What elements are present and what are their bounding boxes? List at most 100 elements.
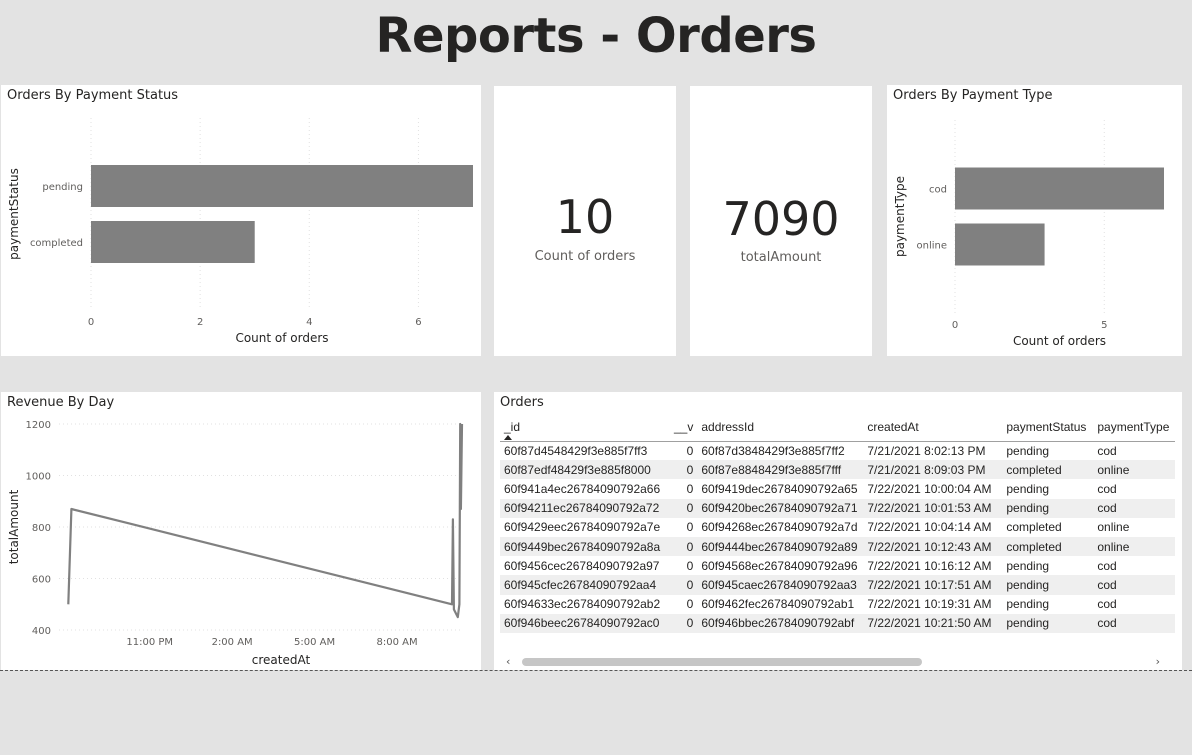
cell-created-at: 7/22/2021 10:16:12 AM	[867, 558, 992, 573]
revenue-x-axis-title: createdAt	[252, 653, 311, 667]
cell-v: 0	[670, 536, 698, 557]
cell-created-at: 7/22/2021 10:04:14 AM	[867, 520, 992, 535]
cell-address-id: 60f94568ec26784090792a96	[701, 558, 858, 573]
cell-address-id: 60f9444bec26784090792a89	[697, 536, 864, 557]
column-header-label: paymentType	[1097, 419, 1170, 434]
table-row[interactable]: 60f9449bec26784090792a8a 0 60f9444bec26784…	[500, 536, 1176, 557]
cell-created-at: 7/22/2021 10:12:43 AM	[863, 536, 1003, 557]
cell-payment-status: pending	[1006, 597, 1050, 612]
revenue-x-tick-label: 11:00 PM	[126, 637, 173, 648]
cell-created-at: 7/22/2021 10:21:50 AM	[863, 613, 1003, 633]
revenue-y-tick-label: 1000	[26, 472, 51, 483]
table-row[interactable]: 60f94633ec26784090792ab2 0 60f9462fec26784…	[500, 595, 1175, 614]
count-card-value: 10	[555, 190, 615, 244]
table-row[interactable]: 60f94211ec26784090792a72 0 60f9420bec26784…	[500, 498, 1176, 518]
cell-address-id: 60f87d3848429f3e885f7ff2	[701, 443, 845, 458]
cell-payment-type: cod	[1093, 613, 1176, 633]
type-category-label: online	[916, 241, 947, 252]
payment-type-chart: 0 5 cod online Count of orders paymentType	[893, 120, 1164, 348]
type-bar-online	[955, 223, 1045, 266]
cell-id: 60f87edf48429f3e885f8000	[500, 460, 670, 480]
table-row[interactable]: 60f87d4548429f3e885f7ff3 0 60f87d3848429f3…	[500, 441, 1175, 460]
table-row[interactable]: 60f9429eec26784090792a7e 0 60f94268ec26784…	[500, 518, 1175, 537]
type-y-axis-title: paymentType	[893, 176, 907, 257]
cell-payment-type: cod	[1097, 481, 1117, 496]
cell-v: 0	[686, 481, 694, 496]
cell-created-at: 7/22/2021 10:01:53 AM	[863, 498, 1003, 518]
revenue-y-tick-label: 600	[32, 575, 51, 586]
status-bar-pending	[91, 165, 473, 207]
cell-id: 60f94633ec26784090792ab2	[504, 597, 661, 612]
sort-ascending-icon	[504, 434, 512, 440]
column-header-v[interactable]: __v	[670, 413, 698, 442]
table-row[interactable]: 60f941a4ec26784090792a66 0 60f9419dec26784…	[500, 479, 1175, 498]
column-header-payment-type[interactable]: paymentType	[1093, 413, 1176, 442]
status-y-axis-title: paymentStatus	[7, 168, 21, 260]
table-row[interactable]: 60f87edf48429f3e885f8000 0 60f87e8848429f3…	[500, 460, 1176, 480]
column-header-address-id[interactable]: addressId	[697, 413, 864, 442]
payment-status-panel[interactable]: Orders By Payment Status 0 2 4 6 pending comp…	[1, 85, 481, 356]
table-header-row: _id __v addressId createdAt paymentStatu…	[500, 413, 1176, 442]
type-x-tick-label: 0	[952, 320, 958, 331]
cell-address-id: 60f9419dec26784090792a65	[701, 481, 858, 496]
total-amount-card[interactable]: 7090 totalAmount	[690, 86, 872, 356]
cell-created-at: 7/21/2021 8:02:13 PM	[867, 443, 986, 458]
cell-created-at: 7/22/2021 10:00:04 AM	[867, 481, 992, 496]
type-x-axis-title: Count of orders	[1013, 334, 1106, 348]
cell-address-id: 60f9462fec26784090792ab1	[701, 597, 855, 612]
report-canvas: Reports - Orders Orders By Payment Statu…	[0, 0, 1192, 755]
cell-address-id: 60f9420bec26784090792a71	[697, 498, 864, 518]
cell-id: 60f94211ec26784090792a72	[500, 498, 670, 518]
type-x-tick-label: 5	[1101, 320, 1107, 331]
cell-id: 60f9429eec26784090792a7e	[504, 520, 661, 535]
status-category-label: completed	[30, 238, 83, 249]
table-row[interactable]: 60f9456cec26784090792a97 0 60f94568ec26784…	[500, 556, 1175, 575]
cell-payment-status: completed	[1006, 520, 1062, 535]
scroll-right-icon[interactable]: ›	[1156, 655, 1160, 668]
orders-table: _id __v addressId createdAt paymentStatu…	[500, 413, 1176, 633]
payment-type-panel[interactable]: Orders By Payment Type 0 5 cod online Count …	[887, 85, 1182, 356]
column-header-payment-status[interactable]: paymentStatus	[1002, 413, 1094, 442]
status-x-axis-title: Count of orders	[235, 331, 328, 345]
column-header-label: paymentStatus	[1006, 419, 1087, 434]
count-card-label: Count of orders	[534, 249, 636, 264]
cell-created-at: 7/21/2021 8:09:03 PM	[863, 460, 1003, 480]
revenue-panel[interactable]: Revenue By Day 400 600 800 1000 1200 11:00 PM…	[1, 392, 481, 670]
cell-address-id: 60f87e8848429f3e885f7fff	[697, 460, 864, 480]
cell-payment-type: online	[1093, 460, 1176, 480]
revenue-x-tick-label: 2:00 AM	[212, 637, 253, 648]
page-divider	[0, 670, 1192, 671]
cell-payment-status: completed	[1002, 536, 1094, 557]
cell-id: 60f946beec26784090792ac0	[500, 613, 670, 633]
column-header-label: addressId	[701, 419, 755, 434]
cell-payment-status: pending	[1006, 443, 1050, 458]
cell-address-id: 60f945caec26784090792aa3	[697, 575, 864, 595]
column-header-created-at[interactable]: createdAt	[863, 413, 1003, 442]
cell-created-at: 7/22/2021 10:19:31 AM	[867, 597, 992, 612]
cell-v: 0	[670, 460, 698, 480]
cell-payment-status: pending	[1002, 498, 1094, 518]
cell-payment-status: pending	[1006, 481, 1050, 496]
status-x-tick-label: 6	[415, 317, 421, 328]
cell-id: 60f9456cec26784090792a97	[504, 558, 660, 573]
type-bar-cod	[955, 167, 1164, 210]
cell-payment-type: cod	[1093, 498, 1176, 518]
horizontal-scrollbar[interactable]: ‹ ›	[498, 655, 1174, 669]
revenue-y-axis-title: totalAmount	[7, 489, 21, 564]
cell-created-at: 7/22/2021 10:17:51 AM	[863, 575, 1003, 595]
cell-id: 60f945cfec26784090792aa4	[500, 575, 670, 595]
scroll-thumb[interactable]	[522, 658, 922, 666]
cell-payment-type: cod	[1097, 558, 1117, 573]
count-card[interactable]: 10 Count of orders	[494, 86, 676, 356]
column-header-id[interactable]: _id	[500, 413, 670, 442]
cell-v: 0	[686, 520, 694, 535]
table-row[interactable]: 60f946beec26784090792ac0 0 60f946bbec26784…	[500, 613, 1176, 633]
total-amount-value: 7090	[722, 192, 840, 246]
table-row[interactable]: 60f945cfec26784090792aa4 0 60f945caec26784…	[500, 575, 1176, 595]
status-bar-completed	[91, 221, 255, 263]
cell-payment-status: completed	[1002, 460, 1094, 480]
cell-id: 60f941a4ec26784090792a66	[504, 481, 661, 496]
payment-status-chart: 0 2 4 6 pending completed Count of orders payme…	[7, 118, 473, 345]
revenue-x-tick-label: 8:00 AM	[376, 637, 417, 648]
scroll-left-icon[interactable]: ‹	[506, 655, 510, 668]
